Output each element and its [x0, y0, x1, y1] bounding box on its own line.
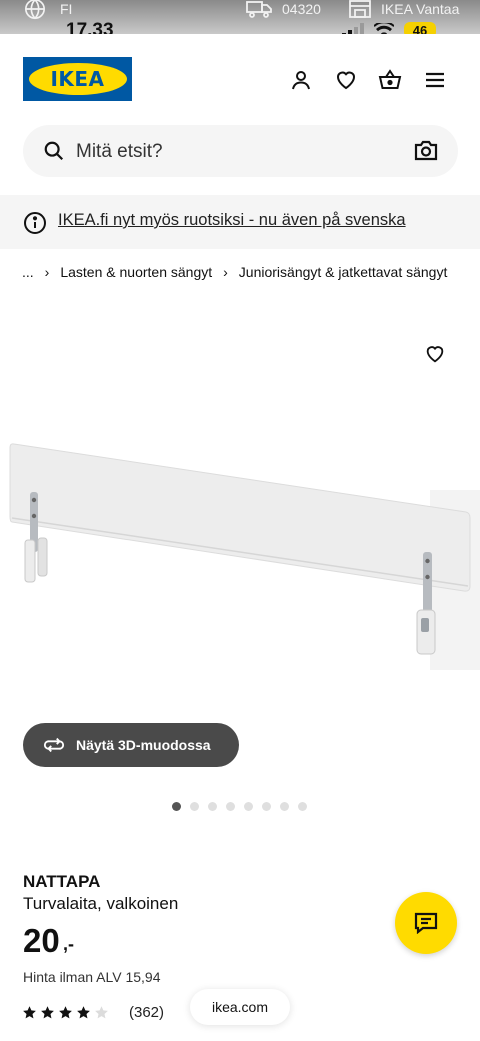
product-image-bed-guard-rail[interactable] [0, 430, 480, 670]
site-header: IKEA [0, 34, 480, 120]
add-to-wishlist-heart-icon[interactable] [424, 343, 446, 365]
rating-stars[interactable] [22, 1005, 109, 1020]
breadcrumb-item-kids-beds[interactable]: Lasten & nuorten sängyt [60, 264, 212, 280]
info-icon [24, 212, 46, 234]
info-banner: IKEA.fi nyt myös ruotsiksi - nu även på … [0, 195, 480, 249]
camera-icon[interactable] [414, 139, 438, 161]
pagination-dot[interactable] [208, 802, 217, 811]
product-price: 20 [23, 922, 60, 959]
product-price-suffix: ,- [63, 934, 74, 954]
status-bar: FI 04320 IKEA Vantaa 17.33 46 [0, 0, 480, 41]
price-excluding-vat: Hinta ilman ALV 15,94 [23, 969, 161, 985]
store-name: IKEA Vantaa [381, 1, 460, 17]
product-description: Turvalaita, valkoinen [23, 894, 179, 913]
language-banner-link[interactable]: IKEA.fi nyt myös ruotsiksi - nu även på … [58, 211, 406, 230]
breadcrumb-separator: › [44, 264, 50, 280]
star-filled-icon [41, 1006, 54, 1019]
chat-icon [414, 912, 438, 934]
search-input[interactable] [76, 139, 396, 165]
star-filled-icon [23, 1006, 36, 1019]
breadcrumb-separator: › [223, 264, 228, 280]
postal-code: 04320 [282, 1, 321, 17]
ikea-logo[interactable]: IKEA [23, 57, 132, 101]
pagination-dot[interactable] [190, 802, 199, 811]
image-pagination [172, 802, 307, 811]
view-3d-label: Näytä 3D-muodossa [76, 737, 211, 753]
chat-button[interactable] [395, 892, 457, 954]
logo-oval: IKEA [28, 63, 127, 95]
store-icon [349, 0, 371, 18]
pagination-dot[interactable] [280, 802, 289, 811]
review-count[interactable]: (362) [129, 1004, 164, 1021]
product-name: NATTAPA [23, 872, 101, 891]
browser-url-bar[interactable]: ikea.com [190, 989, 290, 1025]
breadcrumb-item-junior-beds[interactable]: Juniorisängyt & jatkettavat sängyt [239, 264, 448, 280]
pagination-dot[interactable] [262, 802, 271, 811]
star-filled-icon [59, 1006, 72, 1019]
search-bar[interactable] [23, 125, 458, 177]
star-empty-icon [95, 1006, 108, 1019]
store-indicator[interactable]: IKEA Vantaa [349, 0, 459, 18]
breadcrumb-ellipsis[interactable]: ... [22, 264, 34, 280]
search-icon [44, 141, 64, 161]
heart-icon[interactable] [334, 68, 358, 92]
menu-icon[interactable] [423, 68, 447, 92]
postal-code-indicator[interactable]: 04320 [246, 0, 321, 18]
user-icon[interactable] [289, 68, 313, 92]
language-label: FI [60, 1, 73, 17]
breadcrumb: ... › Lasten & nuorten sängyt › Junioris… [22, 264, 447, 280]
globe-icon [25, 0, 45, 20]
truck-icon [246, 1, 272, 18]
language-indicator[interactable]: FI [24, 0, 73, 20]
star-filled-icon [77, 1006, 90, 1019]
pagination-dot[interactable] [298, 802, 307, 811]
logo-text: IKEA [50, 67, 105, 91]
pagination-dot[interactable] [226, 802, 235, 811]
pagination-dot[interactable] [244, 802, 253, 811]
basket-icon[interactable] [378, 68, 402, 92]
view-3d-button[interactable]: Näytä 3D-muodossa [23, 723, 239, 767]
3d-rotate-icon [43, 737, 65, 753]
pagination-dot-active[interactable] [172, 802, 181, 811]
